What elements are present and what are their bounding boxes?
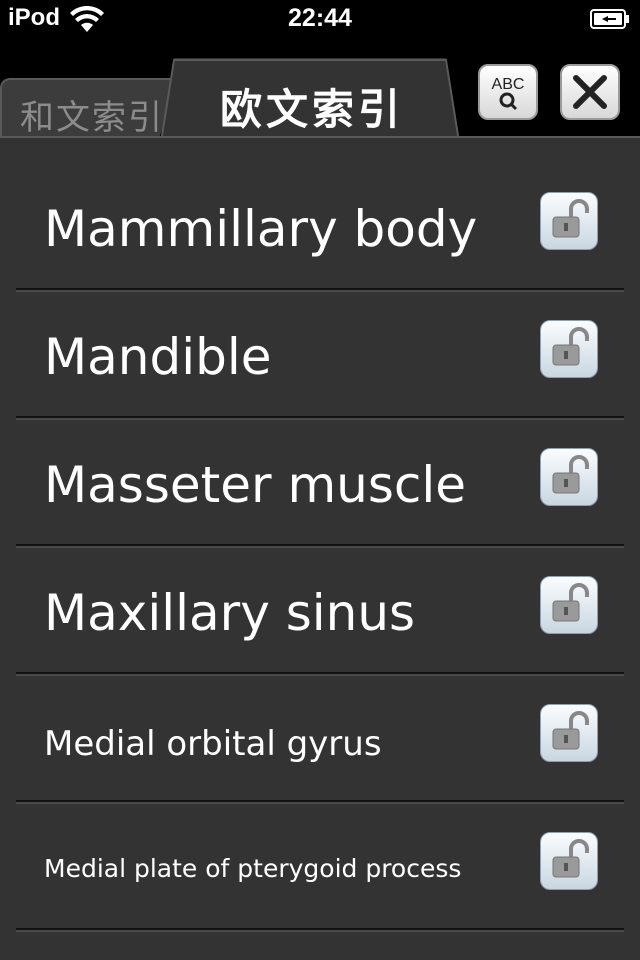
status-bar: iPod 22:44 <box>0 0 640 40</box>
tab-english-index[interactable]: 欧文索引 <box>160 58 460 142</box>
tab-label: 和文索引 <box>20 98 164 138</box>
entry-label: Mammillary body <box>44 200 478 258</box>
entry-label: Medial orbital gyrus <box>44 724 382 764</box>
tab-japanese-index[interactable]: 和文索引 <box>0 78 180 140</box>
close-button[interactable] <box>560 64 620 120</box>
list-item[interactable]: Medial orbital gyrus <box>0 674 640 802</box>
index-header: 和文索引 欧文索引 ABC <box>0 40 640 142</box>
battery-charging-icon <box>590 9 629 29</box>
list-item[interactable]: Mandible <box>0 290 640 418</box>
abc-search-button[interactable]: ABC <box>478 64 538 120</box>
unlock-icon[interactable] <box>540 448 598 506</box>
entry-label: Masseter muscle <box>44 456 467 514</box>
tab-label: 欧文索引 <box>220 85 405 134</box>
row-divider <box>16 928 624 930</box>
unlock-icon[interactable] <box>540 576 598 634</box>
list-item[interactable]: Mammillary body <box>0 162 640 290</box>
entry-label: Maxillary sinus <box>44 584 416 642</box>
unlock-icon[interactable] <box>540 832 598 890</box>
abc-search-icon: ABC <box>492 76 525 111</box>
unlock-icon[interactable] <box>540 704 598 762</box>
list-item[interactable]: Maxillary sinus <box>0 546 640 674</box>
unlock-icon[interactable] <box>540 192 598 250</box>
entry-list: Mammillary body Mandible Masseter muscle… <box>0 136 640 960</box>
unlock-icon[interactable] <box>540 320 598 378</box>
entry-label: Medial plate of pterygoid process <box>44 854 462 883</box>
list-item[interactable]: Masseter muscle <box>0 418 640 546</box>
abc-icon-text: ABC <box>492 76 525 93</box>
list-item[interactable]: Medial plate of pterygoid process <box>0 802 640 930</box>
entry-label: Mandible <box>44 328 272 386</box>
status-time: 22:44 <box>288 4 352 32</box>
close-icon <box>573 75 607 109</box>
